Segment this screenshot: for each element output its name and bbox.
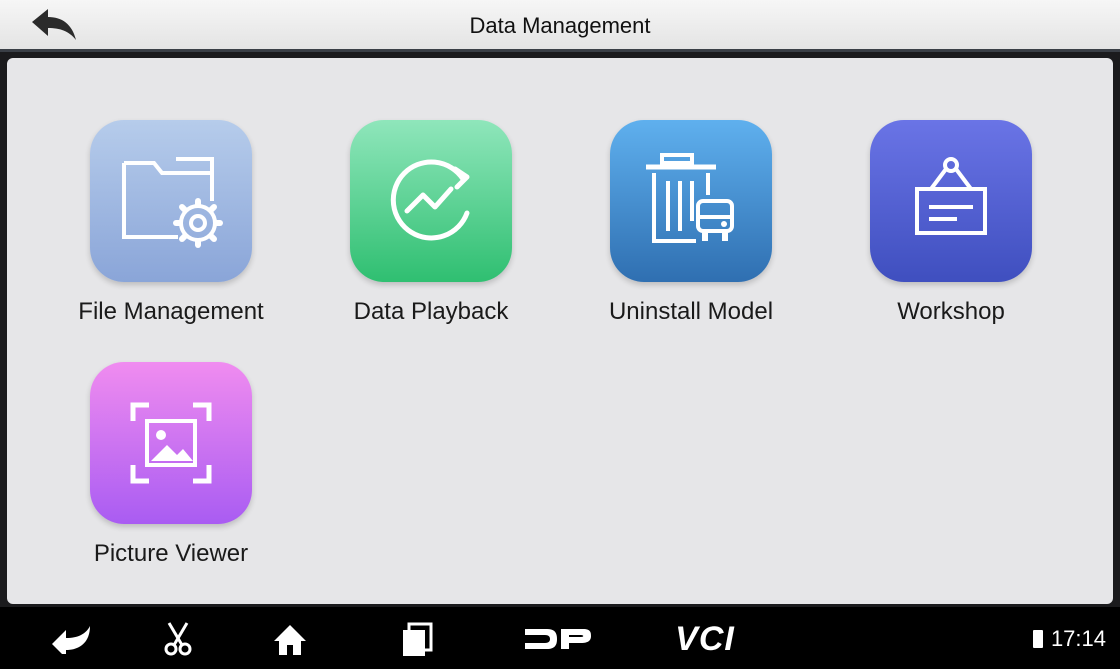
app-uninstall-model[interactable]: Uninstall Model [561, 120, 821, 326]
app-tile [350, 120, 512, 282]
app-label: File Management [78, 298, 264, 325]
image-frame-icon [130, 402, 212, 484]
battery-icon [1032, 630, 1043, 648]
nav-scissors-button[interactable] [162, 619, 194, 659]
hanging-sign-icon [915, 157, 987, 235]
back-arrow-icon [52, 626, 90, 654]
nav-recent-apps-button[interactable] [400, 619, 434, 659]
app-label: Picture Viewer [93, 540, 249, 567]
app-label: Workshop [897, 298, 1005, 325]
page-title: Data Management [469, 13, 651, 38]
vci-icon: VCI [675, 619, 735, 658]
app-data-playback[interactable]: Data Playback [301, 120, 561, 326]
nav-dp-button[interactable] [522, 619, 594, 659]
scissors-icon [164, 622, 192, 656]
app-label: Uninstall Model [608, 298, 774, 325]
playback-chart-icon [390, 159, 470, 241]
home-icon [274, 625, 306, 655]
folder-gear-icon [122, 157, 223, 248]
app-label: Data Playback [353, 298, 509, 325]
app-picture-viewer[interactable]: Picture Viewer [41, 362, 301, 568]
nav-back-button[interactable] [50, 619, 94, 659]
trash-car-icon [646, 153, 734, 243]
top-bar: Data Management [0, 0, 1120, 52]
clock-time: 17:14 [1050, 626, 1106, 651]
app-workshop[interactable]: Workshop [821, 120, 1081, 326]
nav-home-button[interactable] [270, 619, 310, 659]
dp-logo-icon [525, 629, 591, 649]
app-tile [90, 120, 252, 282]
app-tile [610, 120, 772, 282]
nav-vci-button[interactable]: VCI [668, 619, 742, 659]
status-area: 17:14 [1032, 626, 1106, 652]
app-file-management[interactable]: File Management [41, 120, 301, 326]
bottom-nav-bar: VCI 17:14 [0, 607, 1120, 669]
app-tile [90, 362, 252, 524]
recent-apps-icon [403, 622, 433, 656]
app-tile [870, 120, 1032, 282]
app-grid-panel: File Management Data Playback Uninstall … [7, 58, 1113, 604]
